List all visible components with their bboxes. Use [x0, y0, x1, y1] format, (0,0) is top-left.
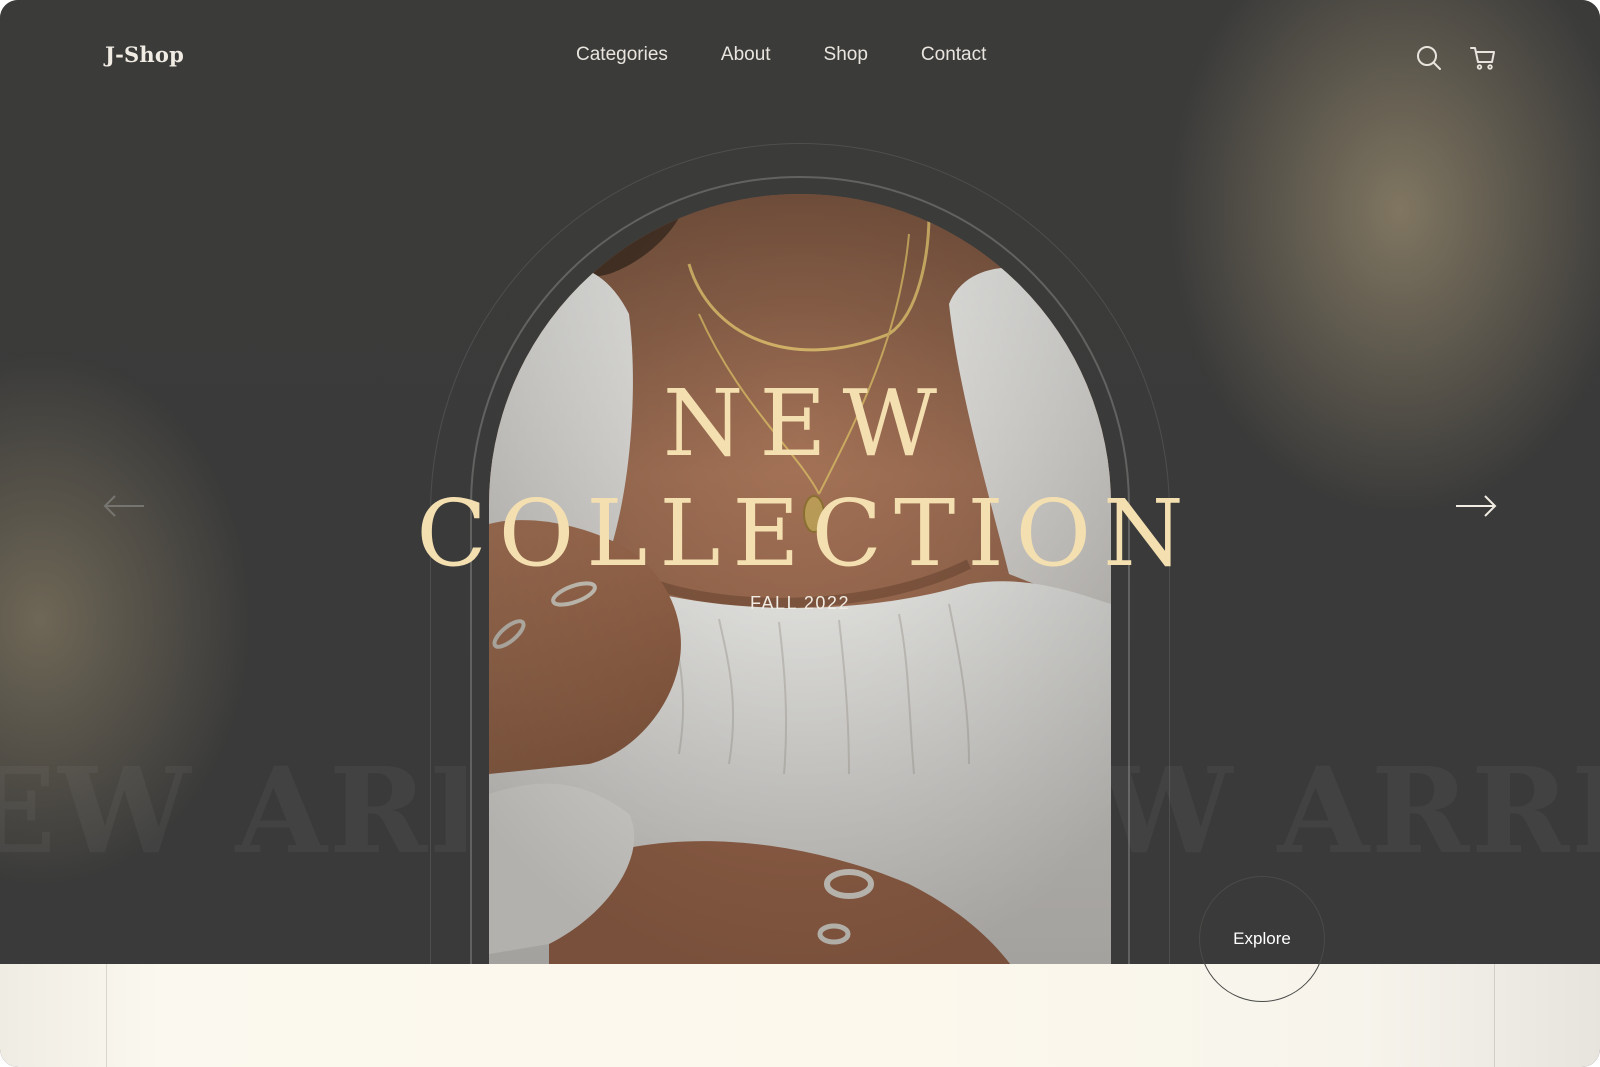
hero-section: EW ARRI W ARRIV: [0, 0, 1600, 964]
hero-season: FALL 2022: [750, 593, 850, 613]
main-nav: Categories About Shop Contact: [576, 44, 1039, 66]
hero-title-line1: NEW: [662, 370, 954, 477]
background-text-left: EW ARRI: [0, 752, 466, 870]
nav-item-categories[interactable]: Categories: [576, 44, 668, 66]
search-icon[interactable]: [1414, 43, 1444, 73]
brand-logo[interactable]: J-Shop: [105, 42, 184, 67]
bottom-section: [0, 964, 1600, 1067]
divider-line-right: [1494, 964, 1495, 1067]
nav-item-shop[interactable]: Shop: [824, 44, 868, 66]
nav-item-contact[interactable]: Contact: [921, 44, 986, 66]
cart-icon[interactable]: [1468, 43, 1498, 73]
nav-item-about[interactable]: About: [721, 44, 771, 66]
arrow-left-icon[interactable]: [102, 491, 146, 521]
arrow-right-icon[interactable]: [1454, 491, 1498, 521]
divider-line-left: [106, 964, 107, 1067]
background-text-right: W ARRIV: [1100, 752, 1600, 870]
hero-title-line2: COLLECTION: [416, 480, 1196, 587]
explore-button[interactable]: Explore: [1199, 876, 1325, 1002]
page-frame: EW ARRI W ARRIV: [0, 0, 1600, 1067]
